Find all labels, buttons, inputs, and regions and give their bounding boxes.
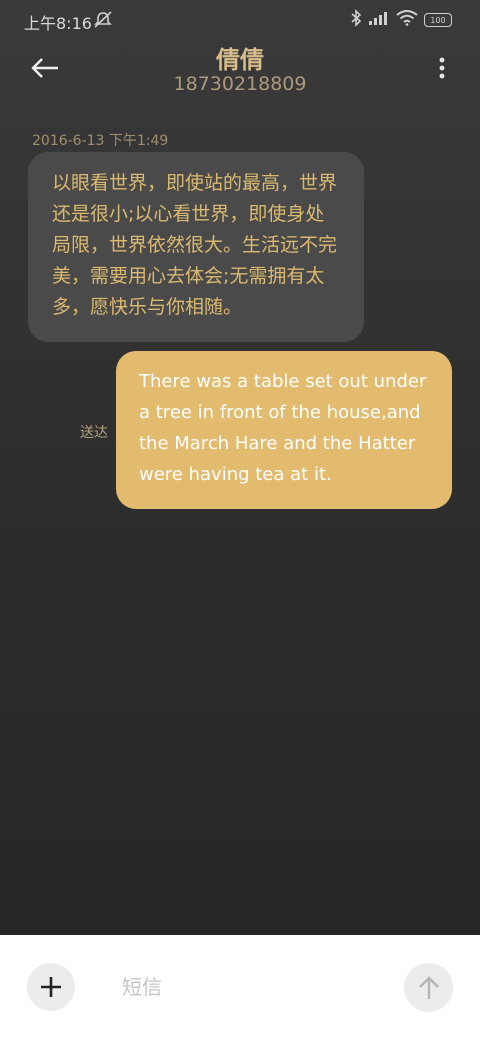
signal-icon [368,10,390,30]
incoming-message-bubble[interactable]: 以眼看世界，即使站的最高，世界还是很小;以心看世界，即使身处局限，世界依然很大。… [28,152,364,342]
status-bar: 上午8:16 100 [0,0,480,40]
more-vert-icon [439,57,445,79]
outgoing-message-bubble[interactable]: There was a table set out under a tree i… [116,351,452,509]
incoming-message-text: 以眼看世界，即使站的最高，世界还是很小;以心看世界，即使身处局限，世界依然很大。… [52,172,338,318]
status-time: 上午8:16 [24,14,92,33]
contact-name: 倩倩 [216,46,264,74]
wifi-icon [396,10,418,30]
battery-indicator: 100 [424,13,452,27]
do-not-disturb-icon [93,11,113,33]
conversation-header: 倩倩 18730218809 [0,40,480,100]
status-indicators: 100 [350,9,452,31]
contact-number: 18730218809 [173,73,307,95]
compose-bar [0,935,480,1040]
arrow-up-icon [418,975,439,999]
more-options-button[interactable] [436,56,448,82]
delivery-status: 送达 [80,425,108,441]
bluetooth-icon [350,9,362,31]
add-attachment-button[interactable] [27,963,75,1011]
message-timestamp: 2016-6-13 下午1:49 [32,133,169,149]
send-button[interactable] [404,963,453,1012]
outgoing-message-text: There was a table set out under a tree i… [139,371,427,485]
message-input[interactable] [110,965,404,1009]
plus-icon [41,977,61,997]
